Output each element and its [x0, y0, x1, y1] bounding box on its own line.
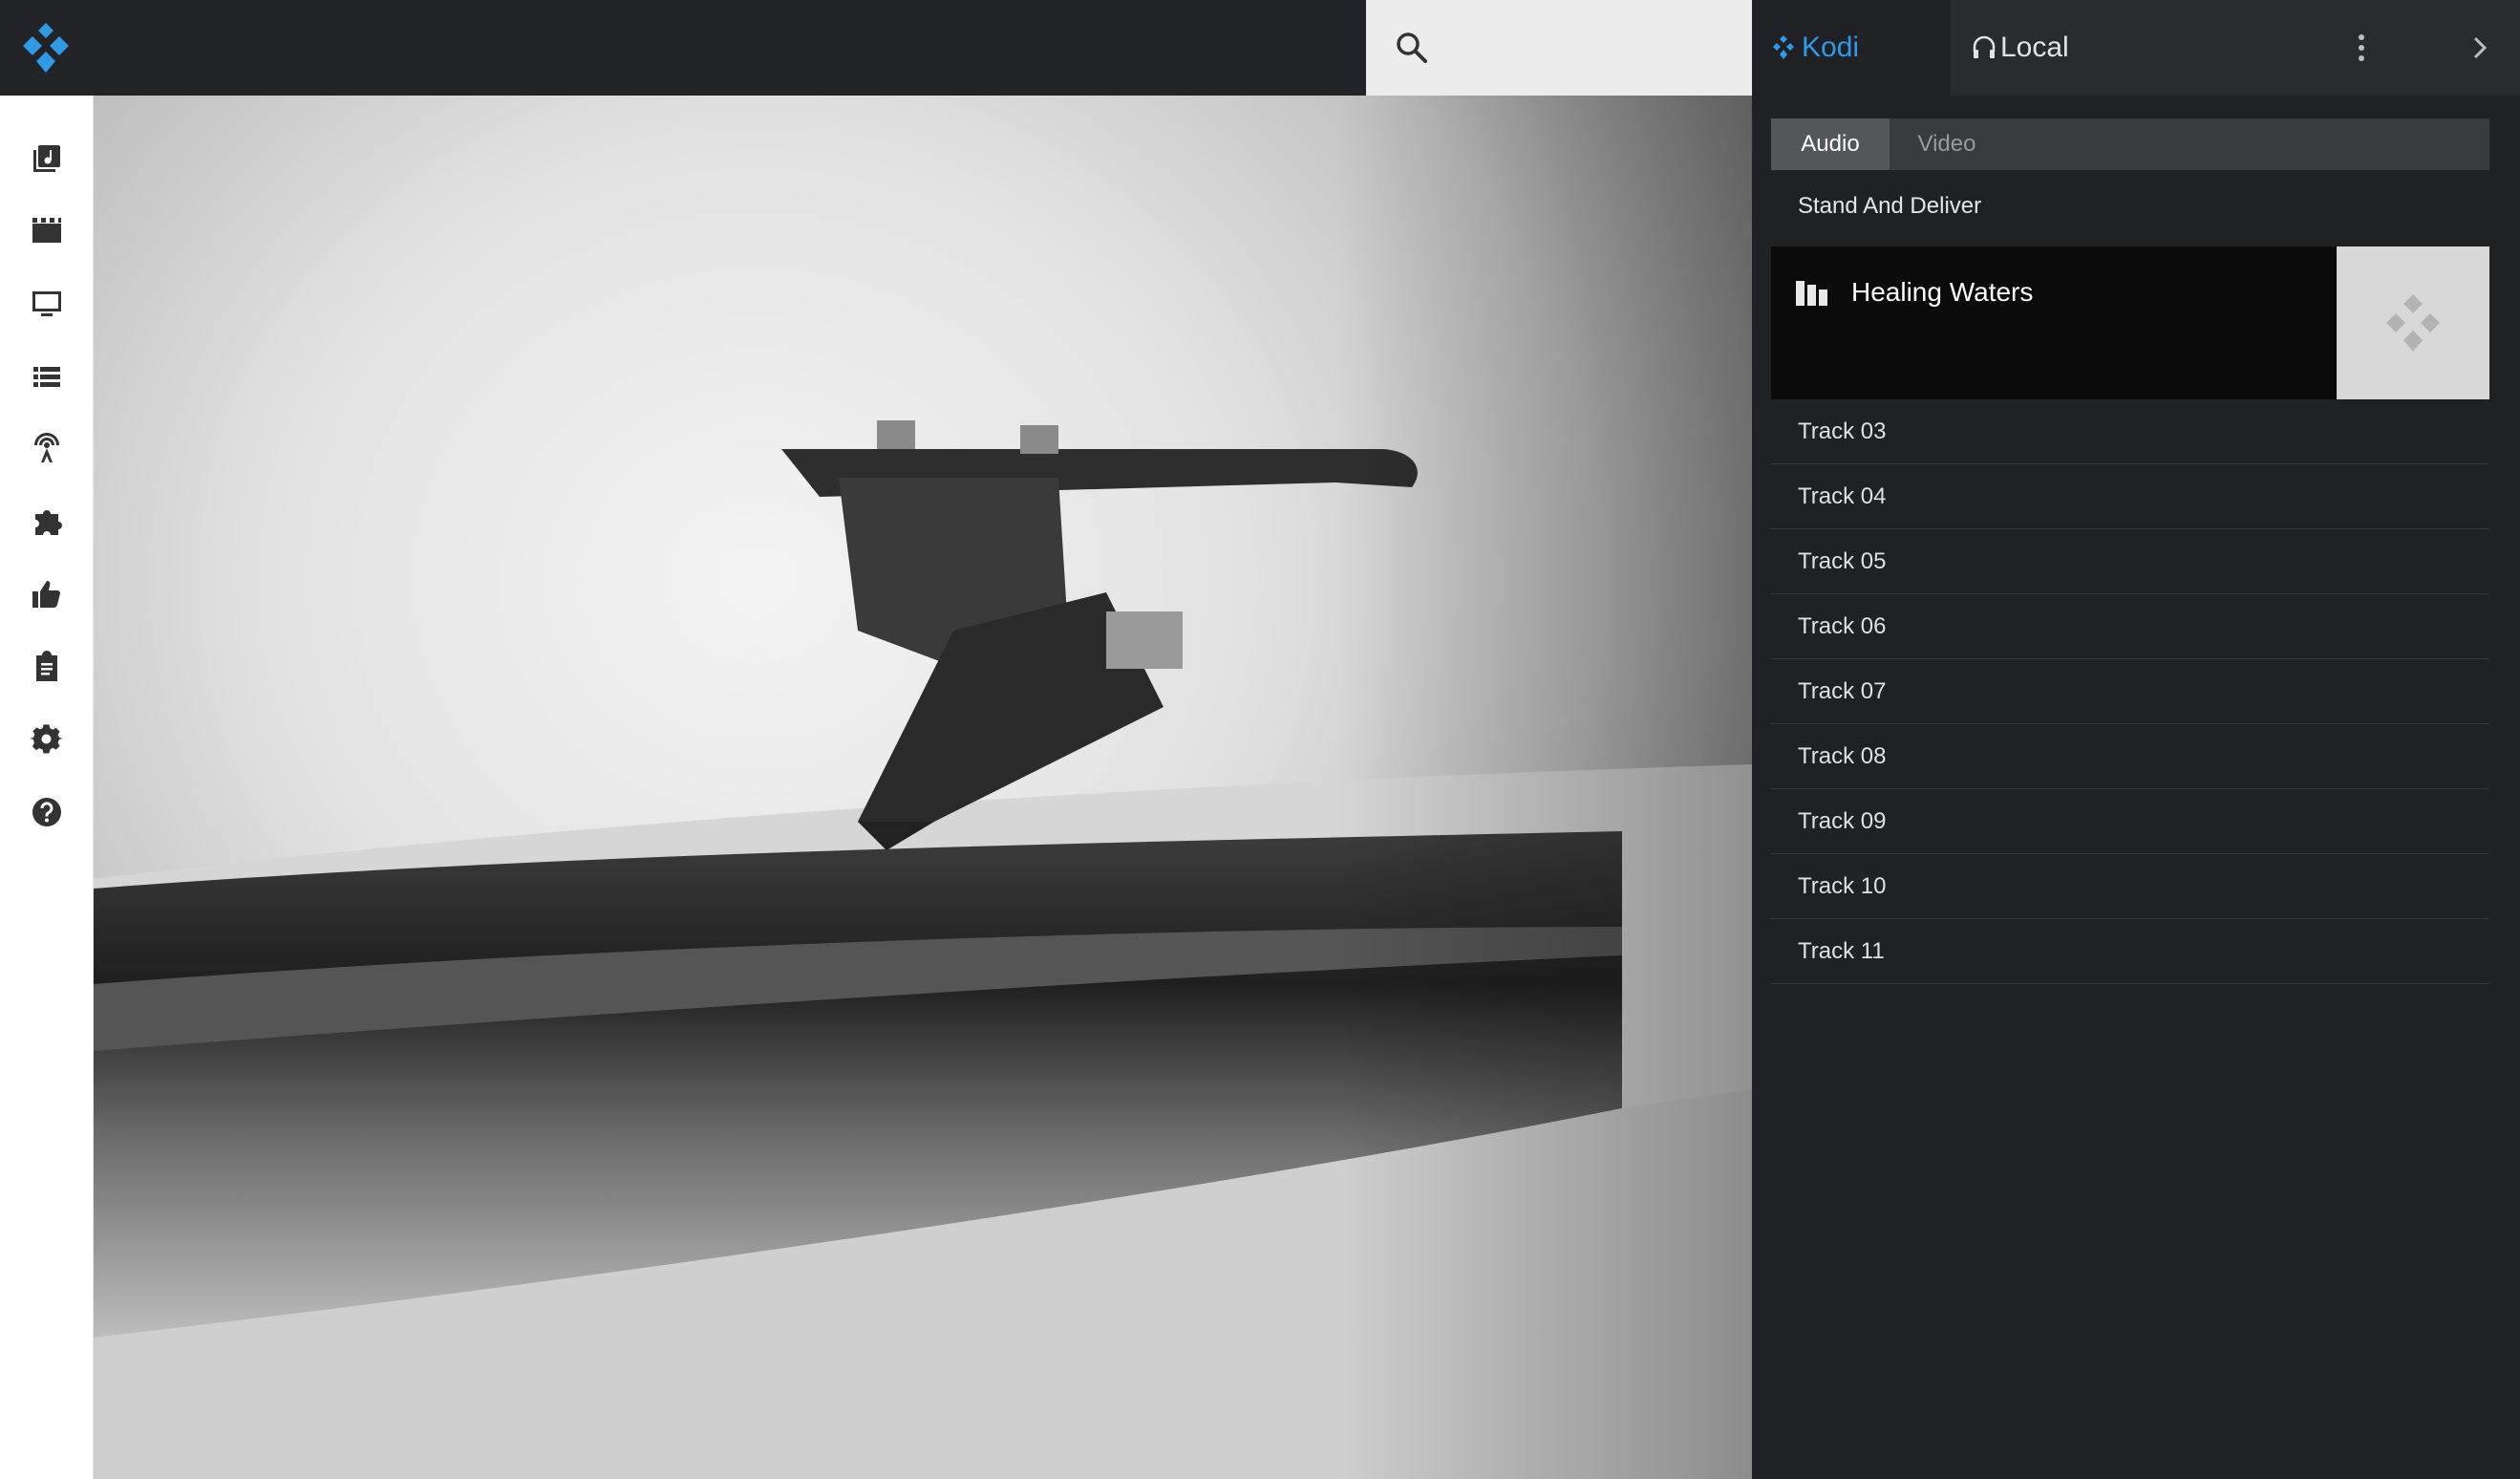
puzzle-piece-icon: [35, 510, 62, 535]
track-row[interactable]: Track 06: [1771, 594, 2489, 659]
nav-tv-shows[interactable]: [0, 268, 94, 340]
movie-clapper-icon: [32, 218, 61, 243]
kodi-logo-icon: [2386, 294, 2440, 352]
nav-music[interactable]: [0, 122, 94, 195]
tab-audio[interactable]: Audio: [1771, 118, 1890, 170]
now-playing-item[interactable]: Healing Waters: [1771, 246, 2489, 399]
tab-kodi-label: Kodi: [1802, 32, 1860, 63]
headphones-icon: [1973, 35, 1996, 58]
help-circle-icon: [32, 798, 61, 826]
kodi-logo-icon[interactable]: [17, 19, 75, 76]
list-icon: [33, 367, 60, 387]
album-title[interactable]: Stand And Deliver: [1798, 193, 1981, 220]
nav-addons[interactable]: [0, 485, 94, 558]
now-playing-title: Healing Waters: [1851, 277, 2034, 307]
track-row[interactable]: Track 07: [1771, 659, 2489, 724]
left-nav: [0, 96, 94, 1479]
nav-playlists[interactable]: [0, 631, 94, 703]
search-icon[interactable]: [1393, 29, 1431, 67]
search-box[interactable]: [1366, 0, 1752, 96]
nav-pvr[interactable]: [0, 413, 94, 485]
playlist-panel: Kodi Local Audio Video Stand And Deliver: [1752, 0, 2520, 1479]
nav-movies[interactable]: [0, 195, 94, 268]
tab-local-label: Local: [2000, 32, 2069, 63]
track-row[interactable]: Track 08: [1771, 724, 2489, 789]
tab-kodi[interactable]: Kodi: [1752, 0, 1951, 96]
track-row[interactable]: Track 10: [1771, 854, 2489, 919]
gear-icon: [30, 724, 63, 754]
track-row[interactable]: Track 05: [1771, 529, 2489, 594]
nav-thumbs-up[interactable]: [0, 558, 94, 631]
tab-video[interactable]: Video: [1890, 118, 2004, 170]
thumbs-up-icon: [32, 581, 60, 608]
media-type-tabs: Audio Video: [1771, 118, 2489, 170]
nav-settings[interactable]: [0, 703, 94, 776]
more-options-icon[interactable]: [2342, 29, 2381, 67]
chevron-right-icon[interactable]: [2463, 31, 2497, 65]
top-bar: [0, 0, 1752, 96]
track-row[interactable]: Track 04: [1771, 464, 2489, 529]
tv-monitor-icon: [32, 291, 61, 316]
background-image: [94, 96, 1752, 1479]
nav-help[interactable]: [0, 776, 94, 848]
tab-local[interactable]: Local: [1951, 0, 2180, 96]
clipboard-icon: [36, 651, 57, 681]
kodi-logo-icon: [1773, 35, 1794, 59]
broadcast-antenna-icon: [34, 433, 59, 462]
track-row[interactable]: Track 09: [1771, 789, 2489, 854]
nav-browser[interactable]: [0, 340, 94, 413]
turntable-image: [94, 96, 1752, 1479]
panel-tabs: Kodi Local: [1752, 0, 2520, 96]
app-root: Kodi Local Audio Video Stand And Deliver: [0, 0, 2520, 1479]
playing-equalizer-icon: [1796, 281, 1827, 306]
music-library-icon: [33, 145, 60, 172]
track-row[interactable]: Track 11: [1771, 919, 2489, 984]
track-row[interactable]: Track 03: [1771, 399, 2489, 464]
track-list: Track 03 Track 04 Track 05 Track 06 Track 07…: [1771, 399, 2489, 984]
album-thumbnail: [2337, 246, 2489, 399]
